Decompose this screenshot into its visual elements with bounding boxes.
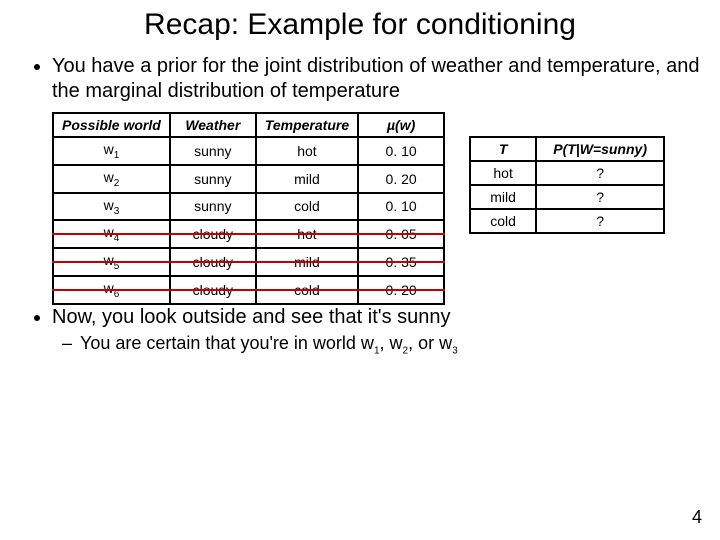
conditional-table: T P(T|W=sunny) hot ? mild ? cold ? xyxy=(469,136,665,234)
sub-bullet: You are certain that you're in world w1,… xyxy=(80,332,700,358)
cell-weather: sunny xyxy=(170,137,256,165)
table-row: hot ? xyxy=(470,161,664,185)
table-row: cold ? xyxy=(470,209,664,233)
table-header-row: T P(T|W=sunny) xyxy=(470,137,664,161)
table-row: mild ? xyxy=(470,185,664,209)
cell-mu: 0. 20 xyxy=(358,165,444,193)
cell-temp: hot xyxy=(256,220,358,248)
bullet-list: You have a prior for the joint distribut… xyxy=(20,54,700,104)
joint-table: Possible world Weather Temperature µ(w) … xyxy=(52,112,445,305)
cell-world: w4 xyxy=(53,220,170,248)
cell-t: hot xyxy=(470,161,536,185)
cell-mu: 0. 10 xyxy=(358,137,444,165)
cell-mu: 0. 35 xyxy=(358,248,444,276)
cell-world: w3 xyxy=(53,193,170,221)
bullet-2: Now, you look outside and see that it's … xyxy=(52,305,700,358)
cell-p: ? xyxy=(536,161,664,185)
col-possible-world: Possible world xyxy=(53,113,170,137)
cell-t: cold xyxy=(470,209,536,233)
cell-world: w6 xyxy=(53,276,170,304)
page-number: 4 xyxy=(692,507,702,528)
table-row: w1 sunny hot 0. 10 xyxy=(53,137,444,165)
bullet-1: You have a prior for the joint distribut… xyxy=(52,54,700,104)
cell-mu: 0. 05 xyxy=(358,220,444,248)
col-weather: Weather xyxy=(170,113,256,137)
sub-bullet-list: You are certain that you're in world w1,… xyxy=(52,332,700,358)
cell-temp: cold xyxy=(256,276,358,304)
cell-t: mild xyxy=(470,185,536,209)
table-row: w3 sunny cold 0. 10 xyxy=(53,193,444,221)
cell-world: w1 xyxy=(53,137,170,165)
table-header-row: Possible world Weather Temperature µ(w) xyxy=(53,113,444,137)
cell-temp: mild xyxy=(256,248,358,276)
tables-wrap: Possible world Weather Temperature µ(w) … xyxy=(52,112,700,305)
col-ptw: P(T|W=sunny) xyxy=(536,137,664,161)
col-temperature: Temperature xyxy=(256,113,358,137)
cell-temp: cold xyxy=(256,193,358,221)
cell-mu: 0. 10 xyxy=(358,193,444,221)
bullet-list-2: Now, you look outside and see that it's … xyxy=(20,305,700,358)
sub-bullet-text: You are certain that you're in world w xyxy=(80,333,374,353)
cell-p: ? xyxy=(536,185,664,209)
cell-world: w5 xyxy=(53,248,170,276)
cell-temp: hot xyxy=(256,137,358,165)
cell-weather: cloudy xyxy=(170,220,256,248)
cell-temp: mild xyxy=(256,165,358,193)
cell-mu: 0. 20 xyxy=(358,276,444,304)
table-row: w4 cloudy hot 0. 05 xyxy=(53,220,444,248)
col-t: T xyxy=(470,137,536,161)
cell-weather: cloudy xyxy=(170,248,256,276)
bullet-2-text: Now, you look outside and see that it's … xyxy=(52,306,451,328)
table-row: w2 sunny mild 0. 20 xyxy=(53,165,444,193)
table-row: w6 cloudy cold 0. 20 xyxy=(53,276,444,304)
col-mu: µ(w) xyxy=(358,113,444,137)
cell-weather: cloudy xyxy=(170,276,256,304)
sub-bullet-tail: , or w xyxy=(408,333,452,353)
slide-title: Recap: Example for conditioning xyxy=(20,8,700,42)
slide: Recap: Example for conditioning You have… xyxy=(0,0,720,358)
cell-weather: sunny xyxy=(170,165,256,193)
cell-world: w2 xyxy=(53,165,170,193)
cell-weather: sunny xyxy=(170,193,256,221)
table-row: w5 cloudy mild 0. 35 xyxy=(53,248,444,276)
cell-p: ? xyxy=(536,209,664,233)
